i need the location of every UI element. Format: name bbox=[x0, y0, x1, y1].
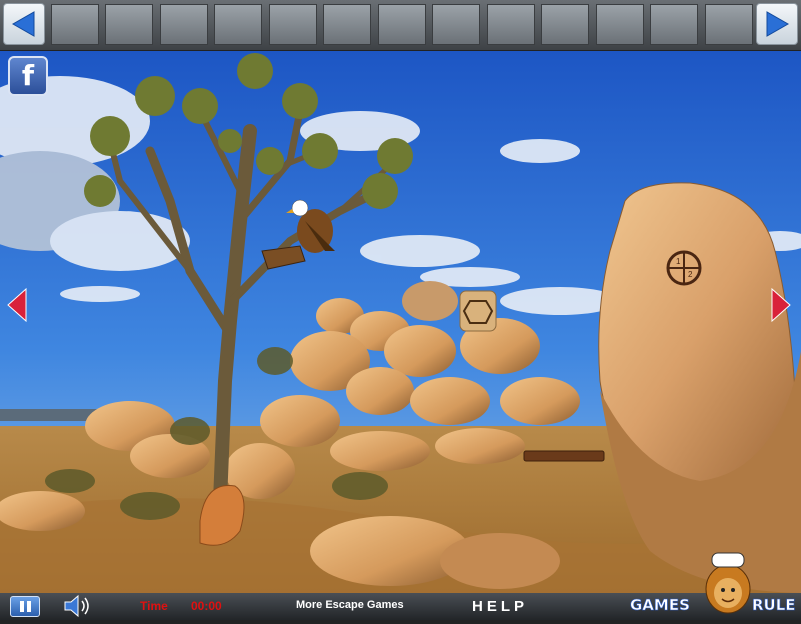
inventory-slot[interactable] bbox=[432, 4, 480, 45]
right-arrow-icon bbox=[771, 287, 791, 323]
facebook-icon: f bbox=[21, 59, 35, 92]
inventory-slot[interactable] bbox=[105, 4, 153, 45]
lock-label-1: 1 bbox=[676, 257, 681, 266]
help-button[interactable]: HELP bbox=[472, 598, 528, 615]
facebook-button[interactable]: f bbox=[8, 56, 48, 96]
right-arrow-icon bbox=[766, 11, 790, 37]
time-value: 00:00 bbox=[191, 599, 222, 613]
logo-text-rule: RULE bbox=[752, 596, 796, 615]
inventory-slot[interactable] bbox=[650, 4, 698, 45]
logo-text-games: GAMES bbox=[630, 596, 691, 615]
inventory-slot[interactable] bbox=[487, 4, 535, 45]
left-arrow-icon bbox=[11, 11, 35, 37]
inventory-slot[interactable] bbox=[323, 4, 371, 45]
crosshair-lock[interactable]: 1 2 bbox=[666, 250, 702, 286]
sound-button[interactable] bbox=[62, 594, 94, 618]
hexagon-clue[interactable] bbox=[459, 290, 497, 332]
time-label: Time bbox=[140, 599, 168, 613]
more-escape-games-link[interactable]: More Escape Games bbox=[296, 599, 404, 611]
inventory-slot[interactable] bbox=[378, 4, 426, 45]
left-arrow-icon bbox=[7, 287, 27, 323]
inventory-slot[interactable] bbox=[214, 4, 262, 45]
game-scene: 1 2 bbox=[0, 51, 801, 593]
speaker-icon bbox=[64, 594, 89, 618]
inventory-slot[interactable] bbox=[269, 4, 317, 45]
inventory-slot[interactable] bbox=[160, 4, 208, 45]
inventory-slot[interactable] bbox=[541, 4, 589, 45]
inventory-next-button[interactable] bbox=[756, 3, 798, 45]
scene-nav-right-button[interactable] bbox=[770, 287, 792, 323]
inventory-slot[interactable] bbox=[51, 4, 99, 45]
pause-button[interactable] bbox=[10, 596, 40, 617]
wooden-plank[interactable] bbox=[523, 450, 605, 462]
scene-nav-left-button[interactable] bbox=[6, 287, 28, 323]
inventory-slot[interactable] bbox=[705, 4, 753, 45]
inventory-bar bbox=[0, 0, 801, 51]
inventory-slot[interactable] bbox=[596, 4, 644, 45]
lock-label-2: 2 bbox=[688, 270, 693, 279]
inventory-prev-button[interactable] bbox=[3, 3, 45, 45]
